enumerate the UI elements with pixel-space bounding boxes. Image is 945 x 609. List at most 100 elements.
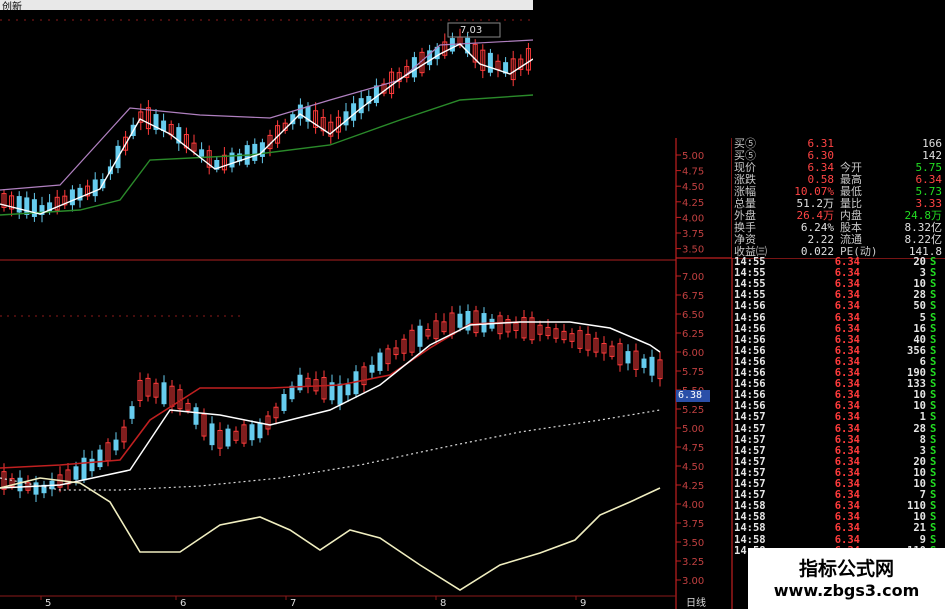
main-candle-body xyxy=(369,364,375,373)
main-y-tick-label: 7.00 xyxy=(682,272,704,283)
trade-price: 6.34 xyxy=(834,433,860,446)
oscillator-line xyxy=(0,477,661,591)
trade-row: 14:58 6.34 9 S xyxy=(732,533,945,546)
main-y-tick-label: 3.75 xyxy=(682,519,704,530)
top-y-tick-label: 4.50 xyxy=(682,182,704,193)
main-candle-body xyxy=(17,477,23,492)
main-candles xyxy=(1,304,663,503)
trade-price: 6.34 xyxy=(834,422,860,435)
main-candle-body xyxy=(337,383,343,405)
trade-side: S xyxy=(930,322,937,335)
trade-side: S xyxy=(930,522,937,535)
main-candle-body xyxy=(377,352,383,371)
main-y-tick-label: 3.00 xyxy=(682,576,704,587)
tick-trade-list[interactable]: 14:55 6.34 20 S 14:55 6.34 3 S 14:55 6.34 10 S 14:55… xyxy=(732,257,945,557)
trade-price: 6.34 xyxy=(834,322,860,335)
main-candle-body xyxy=(113,439,119,451)
main-candle-body xyxy=(161,382,167,405)
main-y-tick-label: 4.50 xyxy=(682,462,704,473)
main-candle-body xyxy=(89,458,95,472)
trade-side: S xyxy=(930,411,937,424)
main-candle-body xyxy=(625,351,631,364)
trade-volume: 28 xyxy=(913,422,926,435)
trade-time: 14:58 xyxy=(734,533,766,546)
trade-price: 6.34 xyxy=(834,411,860,424)
trade-row: 14:56 6.34 50 S xyxy=(732,301,945,312)
main-candle-body xyxy=(345,384,351,396)
trade-price: 6.34 xyxy=(834,300,860,313)
trade-row: 14:57 6.34 28 S xyxy=(732,422,945,435)
trade-volume: 8 xyxy=(919,433,926,446)
main-candle-body xyxy=(97,449,103,468)
main-y-tick-label: 4.75 xyxy=(682,443,704,454)
x-axis-label: 9 xyxy=(580,598,586,609)
trade-row: 14:56 6.34 16 S xyxy=(732,322,945,335)
quote-panel: 买⑤ 6.31 166 买⑤ 6.30 142 现价 6.34 今开 5.75 涨跌 0.58 最高 6.… xyxy=(732,137,945,258)
main-ma-red xyxy=(0,321,521,469)
trade-time: 14:57 xyxy=(734,422,766,435)
x-axis-label: 8 xyxy=(440,598,446,609)
main-y-tick-label: 5.25 xyxy=(682,405,704,416)
trade-price: 6.34 xyxy=(834,311,860,324)
main-y-tick-label: 3.50 xyxy=(682,538,704,549)
top-y-tick-label: 4.00 xyxy=(682,213,704,224)
main-candle-body xyxy=(649,356,655,376)
trade-row: 14:57 6.34 1 S xyxy=(732,412,945,423)
main-candle-body xyxy=(81,457,87,481)
main-y-tick-label: 5.00 xyxy=(682,424,704,435)
trade-volume: 21 xyxy=(913,522,926,535)
trade-time: 14:56 xyxy=(734,300,766,313)
current-price-tag: 6.38 xyxy=(676,390,710,402)
top-y-tick-label: 3.50 xyxy=(682,245,704,256)
trade-volume: 5 xyxy=(919,311,926,324)
trade-time: 14:57 xyxy=(734,433,766,446)
main-candle-body xyxy=(257,422,263,439)
watermark-url: www.zbgs3.com xyxy=(773,581,920,600)
main-y-tick-label: 6.00 xyxy=(682,348,704,359)
top-y-tick-label: 4.75 xyxy=(682,167,704,178)
x-axis-label: 5 xyxy=(45,598,51,609)
trade-price: 6.34 xyxy=(834,533,860,546)
top-y-tick-label: 4.25 xyxy=(682,198,704,209)
watermark-title: 指标公式网 xyxy=(798,558,894,580)
trade-time: 14:56 xyxy=(734,311,766,324)
trade-volume: 16 xyxy=(913,322,926,335)
main-y-tick-label: 4.25 xyxy=(682,481,704,492)
trade-row: 14:58 6.34 21 S xyxy=(732,523,945,534)
period-label[interactable]: 日线 xyxy=(686,596,706,609)
trade-price: 6.34 xyxy=(834,522,860,535)
main-candle-body xyxy=(73,466,79,480)
trade-time: 14:58 xyxy=(734,522,766,535)
main-y-axis: 7.006.756.506.256.005.755.505.255.004.75… xyxy=(676,272,704,587)
main-y-tick-label: 6.25 xyxy=(682,329,704,340)
main-candle-body xyxy=(281,394,287,411)
top-y-axis: 5.00 4.75 4.50 4.25 4.00 3.75 3.50 xyxy=(676,151,704,256)
trade-side: S xyxy=(930,422,937,435)
x-axis-label: 6 xyxy=(180,598,186,609)
trade-side: S xyxy=(930,433,937,446)
main-y-tick-label: 6.75 xyxy=(682,291,704,302)
top-y-tick-label: 5.00 xyxy=(682,151,704,162)
trade-row: 14:56 6.34 5 S xyxy=(732,311,945,324)
trade-volume: 1 xyxy=(919,411,926,424)
watermark: 指标公式网 www.zbgs3.com xyxy=(748,548,945,609)
main-y-tick-label: 3.25 xyxy=(682,557,704,568)
trade-side: S xyxy=(930,300,937,313)
main-candle-body xyxy=(457,313,463,328)
main-candle-body xyxy=(129,406,135,419)
trade-side: S xyxy=(930,533,937,546)
trade-side: S xyxy=(930,311,937,324)
main-candle-body xyxy=(249,424,255,441)
trade-volume: 50 xyxy=(913,300,926,313)
main-y-tick-label: 6.50 xyxy=(682,310,704,321)
x-axis-labels: 5 6 7 8 9 xyxy=(40,596,586,609)
top-y-tick-label: 3.75 xyxy=(682,229,704,240)
main-candle-body xyxy=(641,358,647,368)
trade-volume: 9 xyxy=(919,533,926,546)
main-candle-body xyxy=(417,325,423,347)
main-candle-body xyxy=(209,423,215,446)
main-candle-body xyxy=(225,428,231,447)
trade-row: 14:57 6.34 8 S xyxy=(732,433,945,446)
main-candle-body xyxy=(193,407,199,425)
trade-time: 14:57 xyxy=(734,411,766,424)
